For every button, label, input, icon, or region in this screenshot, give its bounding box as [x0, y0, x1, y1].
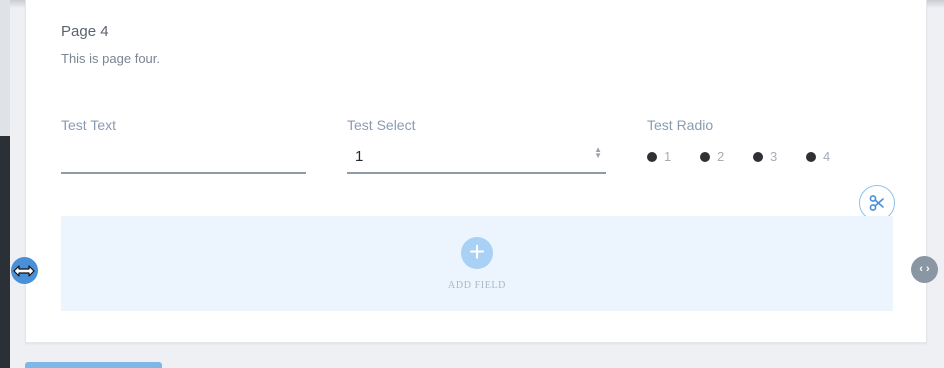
page-description: This is page four.	[61, 51, 160, 66]
plus-icon[interactable]: +	[461, 237, 493, 269]
page-title: Page 4	[61, 23, 109, 40]
radio-option-label: 1	[664, 149, 672, 164]
test-select-label: Test Select	[347, 117, 416, 133]
scissors-icon	[869, 195, 884, 211]
radio-dot-icon	[647, 152, 657, 162]
bottom-tab[interactable]	[25, 362, 162, 368]
radio-dot-icon	[806, 152, 816, 162]
radio-option-label: 4	[823, 149, 831, 164]
add-field-dropzone[interactable]: + ADD FIELD	[61, 216, 893, 311]
test-text-input[interactable]	[61, 144, 306, 174]
radio-option-label: 2	[717, 149, 725, 164]
page-card: Page 4 This is page four. Test Text Test…	[25, 0, 927, 343]
left-panel-edge	[0, 0, 10, 368]
radio-dot-icon	[753, 152, 763, 162]
add-field-label: ADD FIELD	[448, 280, 506, 291]
radio-dot-icon	[700, 152, 710, 162]
test-radio-label: Test Radio	[647, 117, 714, 133]
resize-handle-right[interactable]: ‹ ›	[911, 256, 938, 283]
horizontal-resize-cursor-icon	[13, 265, 35, 277]
test-text-label: Test Text	[61, 117, 116, 133]
code-brackets-icon: ‹ ›	[919, 263, 930, 275]
test-select[interactable]: 1 ▲ ▼	[347, 144, 606, 174]
radio-option-label: 3	[770, 149, 778, 164]
test-select-value: 1	[355, 148, 364, 165]
select-arrows-icon: ▲ ▼	[594, 145, 602, 160]
